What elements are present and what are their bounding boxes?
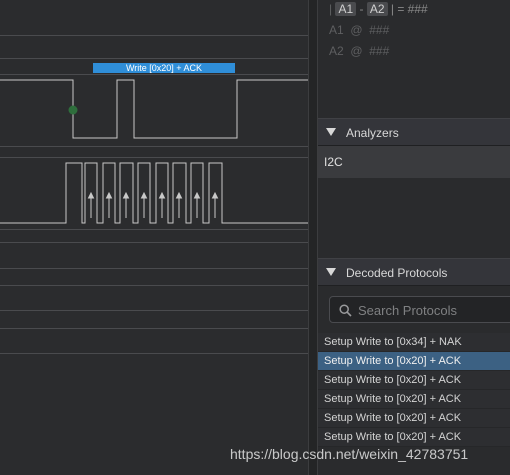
decode-bubble[interactable]: Write [0x20] + ACK bbox=[93, 63, 235, 73]
channel-separators bbox=[0, 35, 308, 354]
waveform-view[interactable]: Write [0x20] + ACK bbox=[0, 0, 308, 475]
protocol-row[interactable]: Setup Write to [0x34] + NAK bbox=[318, 333, 510, 352]
decoded-protocols-header[interactable]: Decoded Protocols bbox=[318, 258, 510, 286]
analyzers-header[interactable]: Analyzers bbox=[318, 118, 510, 146]
analyzer-item-i2c[interactable]: I2C bbox=[318, 146, 510, 178]
panel-splitter[interactable] bbox=[308, 0, 318, 475]
a2-value: ### bbox=[369, 44, 390, 58]
decoded-protocol-list: Setup Write to [0x34] + NAK Setup Write … bbox=[318, 333, 510, 447]
sample-arrow-head bbox=[211, 191, 219, 199]
sample-arrow-head bbox=[175, 191, 183, 199]
collapse-triangle-icon[interactable] bbox=[326, 268, 336, 276]
analyzer-item-label: I2C bbox=[324, 155, 343, 169]
protocol-row[interactable]: Setup Write to [0x20] + ACK bbox=[318, 409, 510, 428]
scl-sample-arrows bbox=[87, 191, 219, 218]
sample-arrow-head bbox=[158, 191, 166, 199]
a2-at: @ bbox=[350, 44, 363, 58]
protocol-row[interactable]: Setup Write to [0x20] + ACK bbox=[318, 371, 510, 390]
protocol-search-input[interactable] bbox=[356, 297, 510, 324]
protocol-row[interactable]: Setup Write to [0x20] + ACK bbox=[318, 428, 510, 447]
a1-value: ### bbox=[369, 23, 390, 37]
delta-bar: | bbox=[329, 2, 333, 16]
protocol-row[interactable]: Setup Write to [0x20] + ACK bbox=[318, 390, 510, 409]
decoded-protocols-title: Decoded Protocols bbox=[346, 266, 448, 280]
search-icon bbox=[339, 304, 352, 317]
a2-label: A2 bbox=[329, 44, 344, 58]
analyzers-title: Analyzers bbox=[346, 126, 399, 140]
watermark-text: https://blog.csdn.net/weixin_42783751 bbox=[230, 446, 469, 462]
delta-dash: - bbox=[359, 2, 364, 16]
side-panel: | A1 - A2 | = ### A1 @ ### A2 @ ### Anal… bbox=[318, 0, 510, 475]
measurement-a1-row: A1 @ ### bbox=[329, 23, 389, 37]
measurement-delta-row: | A1 - A2 | = ### bbox=[329, 2, 428, 16]
protocol-row-selected[interactable]: Setup Write to [0x20] + ACK bbox=[318, 352, 510, 371]
measurement-a2-row: A2 @ ### bbox=[329, 44, 389, 58]
start-marker bbox=[68, 105, 78, 115]
sample-arrow-head bbox=[105, 191, 113, 199]
sda-signal bbox=[0, 79, 308, 139]
scl-signal bbox=[0, 162, 308, 224]
sample-arrow-head bbox=[122, 191, 130, 199]
cursor-a2-chip[interactable]: A2 bbox=[366, 2, 388, 16]
delta-result: | = ### bbox=[390, 2, 428, 16]
a1-at: @ bbox=[350, 23, 363, 37]
protocol-search-box[interactable] bbox=[329, 296, 510, 324]
sample-arrow-head bbox=[87, 191, 95, 199]
a1-label: A1 bbox=[329, 23, 344, 37]
cursor-a1-chip[interactable]: A1 bbox=[335, 2, 357, 16]
sample-arrow-head bbox=[140, 191, 148, 199]
sample-arrow-head bbox=[193, 191, 201, 199]
collapse-triangle-icon[interactable] bbox=[326, 128, 336, 136]
